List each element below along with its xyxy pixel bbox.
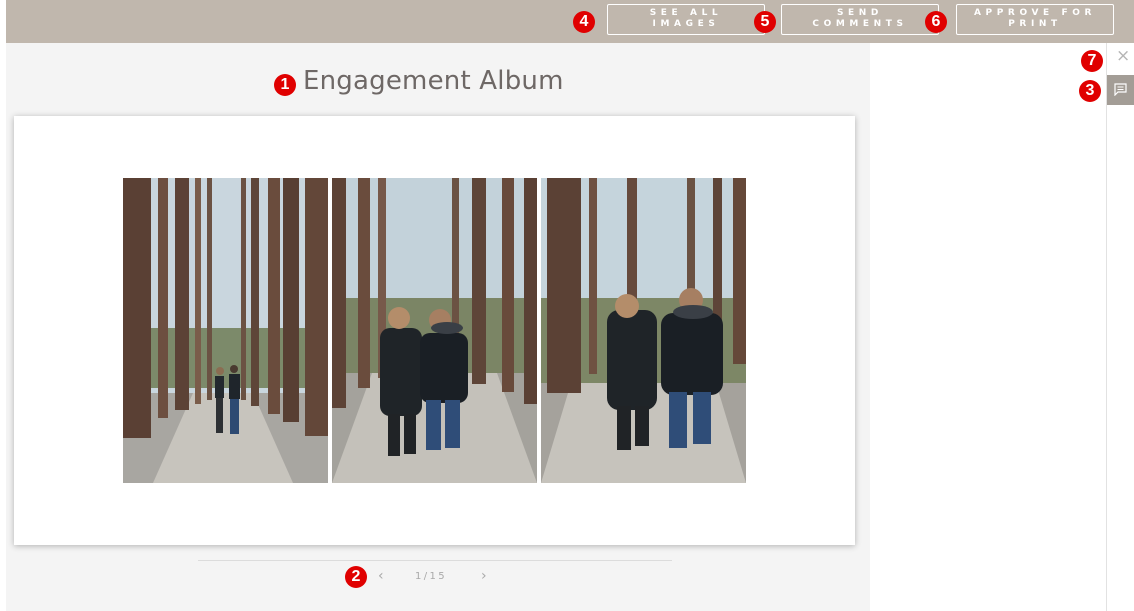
see-all-images-button[interactable]: SEE ALL IMAGES <box>607 4 765 35</box>
annotation-marker-1: 1 <box>274 74 296 96</box>
album-title: Engagement Album <box>303 66 564 96</box>
annotation-marker-6: 6 <box>925 11 947 33</box>
page-counter: 1/15 <box>415 571 448 582</box>
next-page-button[interactable]: › <box>481 568 487 584</box>
approve-for-print-label-line1: APPROVE FOR <box>973 8 1097 18</box>
album-photo-2[interactable] <box>332 178 537 483</box>
send-comments-label-line1: SEND <box>836 8 884 18</box>
album-photo-1[interactable] <box>123 178 328 483</box>
approve-for-print-label-line2: PRINT <box>1008 19 1062 29</box>
annotation-marker-3: 3 <box>1079 80 1101 102</box>
close-icon[interactable]: × <box>1116 46 1130 66</box>
sidebar-divider <box>1106 43 1107 611</box>
comment-icon <box>1114 83 1127 96</box>
top-toolbar: SEE ALL IMAGES SEND COMMENTS APPROVE FOR… <box>6 0 1134 43</box>
see-all-images-label-line1: SEE ALL <box>649 8 723 18</box>
previous-page-button[interactable]: ‹ <box>378 568 384 584</box>
send-comments-button[interactable]: SEND COMMENTS <box>781 4 939 35</box>
pager-divider <box>198 560 672 561</box>
send-comments-label-line2: COMMENTS <box>812 19 908 29</box>
annotation-marker-4: 4 <box>573 11 595 33</box>
annotation-marker-2: 2 <box>345 566 367 588</box>
album-photo-3[interactable] <box>541 178 746 483</box>
annotation-marker-7: 7 <box>1081 50 1103 72</box>
annotation-marker-5: 5 <box>754 11 776 33</box>
comments-toggle-button[interactable] <box>1107 75 1134 105</box>
see-all-images-label-line2: IMAGES <box>652 19 720 29</box>
approve-for-print-button[interactable]: APPROVE FOR PRINT <box>956 4 1114 35</box>
